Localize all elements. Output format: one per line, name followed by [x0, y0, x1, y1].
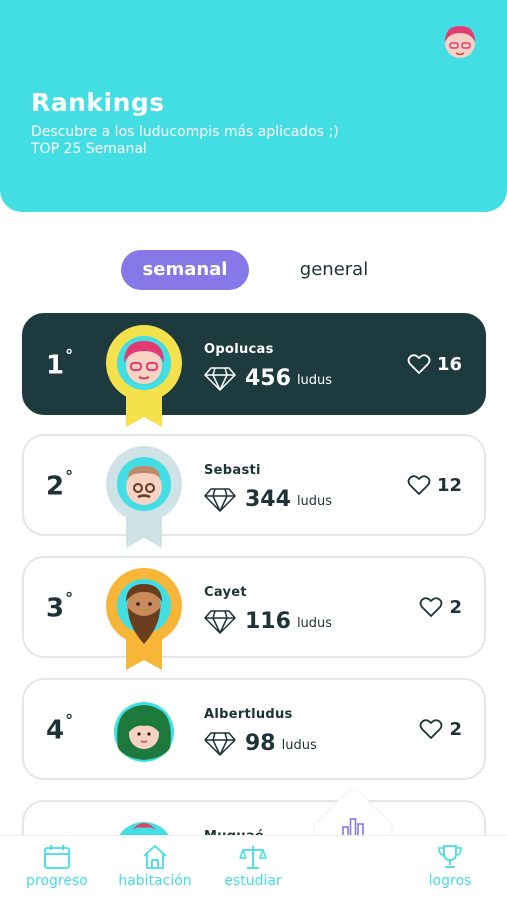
like-count: 16 — [436, 353, 462, 375]
header: Rankings Descubre a los luducompis más a… — [0, 0, 507, 212]
points-unit: ludus — [296, 494, 333, 509]
points-unit: ludus — [296, 616, 333, 631]
silver-medal-avatar-icon — [106, 446, 182, 548]
diamond-icon — [204, 367, 236, 391]
diamond-icon — [204, 610, 236, 634]
ranking-card-4[interactable]: 4° Albertludus 98 ludus 2 — [22, 678, 486, 780]
ranking-tabs: semanal general — [0, 250, 507, 290]
trophy-icon — [438, 845, 462, 868]
points-unit: ludus — [281, 738, 317, 753]
nav-achievements[interactable]: logros — [405, 844, 495, 889]
points-value: 344 — [245, 486, 291, 512]
nav-study[interactable]: estudiar — [208, 844, 298, 889]
home-icon — [143, 845, 167, 869]
tab-general[interactable]: general — [278, 250, 390, 290]
score-row: 344 ludus — [204, 484, 332, 514]
subtitle-text: Descubre a los luducompis más aplicados … — [31, 124, 339, 140]
period-text: TOP 25 Semanal — [31, 141, 147, 157]
page-title: Rankings — [31, 88, 165, 117]
avatar-icon — [114, 702, 174, 762]
heart-icon[interactable] — [407, 474, 431, 496]
scales-icon — [239, 846, 267, 869]
diamond-icon — [204, 732, 236, 756]
nav-room[interactable]: habitación — [110, 844, 200, 889]
gold-medal-avatar-icon — [106, 325, 182, 427]
points-unit: ludus — [296, 373, 333, 388]
player-name: Sebasti — [204, 463, 261, 478]
points-value: 456 — [245, 365, 291, 391]
points-value: 116 — [245, 608, 291, 634]
bottom-nav: progreso habitación estudiar logros — [0, 835, 507, 900]
heart-icon[interactable] — [407, 353, 431, 375]
like-count: 2 — [449, 596, 462, 618]
player-name: Cayet — [204, 585, 247, 600]
score-row: 98 ludus — [204, 728, 317, 758]
score-row: 116 ludus — [204, 606, 332, 636]
tab-weekly[interactable]: semanal — [121, 250, 249, 290]
rank-number: 4° — [46, 711, 74, 746]
heart-icon[interactable] — [419, 596, 443, 618]
player-name: Albertludus — [204, 707, 293, 722]
header-subtitle: Descubre a los luducompis más aplicados … — [31, 124, 339, 158]
bronze-medal-avatar-icon — [106, 568, 182, 670]
likes[interactable]: 12 — [407, 474, 462, 496]
like-count: 2 — [449, 718, 462, 740]
heart-icon[interactable] — [419, 718, 443, 740]
nav-progress-label: progreso — [26, 873, 88, 889]
rankings-screen: Rankings Descubre a los luducompis más a… — [0, 0, 507, 900]
ranking-card-3[interactable]: 3° Cayet 116 ludus 2 — [22, 556, 486, 670]
calendar-icon — [44, 845, 70, 869]
rank-number: 3° — [46, 589, 74, 624]
likes[interactable]: 2 — [419, 718, 462, 740]
nav-achievements-label: logros — [428, 873, 472, 889]
rank-number: 1° — [46, 346, 74, 381]
ranking-card-2[interactable]: 2° Sebasti 344 ludus 12 — [22, 434, 486, 548]
player-name: Opolucas — [204, 342, 274, 357]
nav-room-label: habitación — [118, 873, 192, 889]
nav-progress[interactable]: progreso — [12, 844, 102, 889]
score-row: 456 ludus — [204, 363, 332, 393]
points-value: 98 — [245, 730, 276, 756]
diamond-icon — [204, 488, 236, 512]
likes[interactable]: 2 — [419, 596, 462, 618]
nav-study-label: estudiar — [224, 873, 282, 889]
like-count: 12 — [436, 474, 462, 496]
rank-number: 2° — [46, 467, 74, 502]
ranking-card-1[interactable]: 1° Opolucas 456 ludus 16 — [22, 313, 486, 427]
user-avatar-icon[interactable] — [441, 22, 479, 62]
likes[interactable]: 16 — [407, 353, 462, 375]
